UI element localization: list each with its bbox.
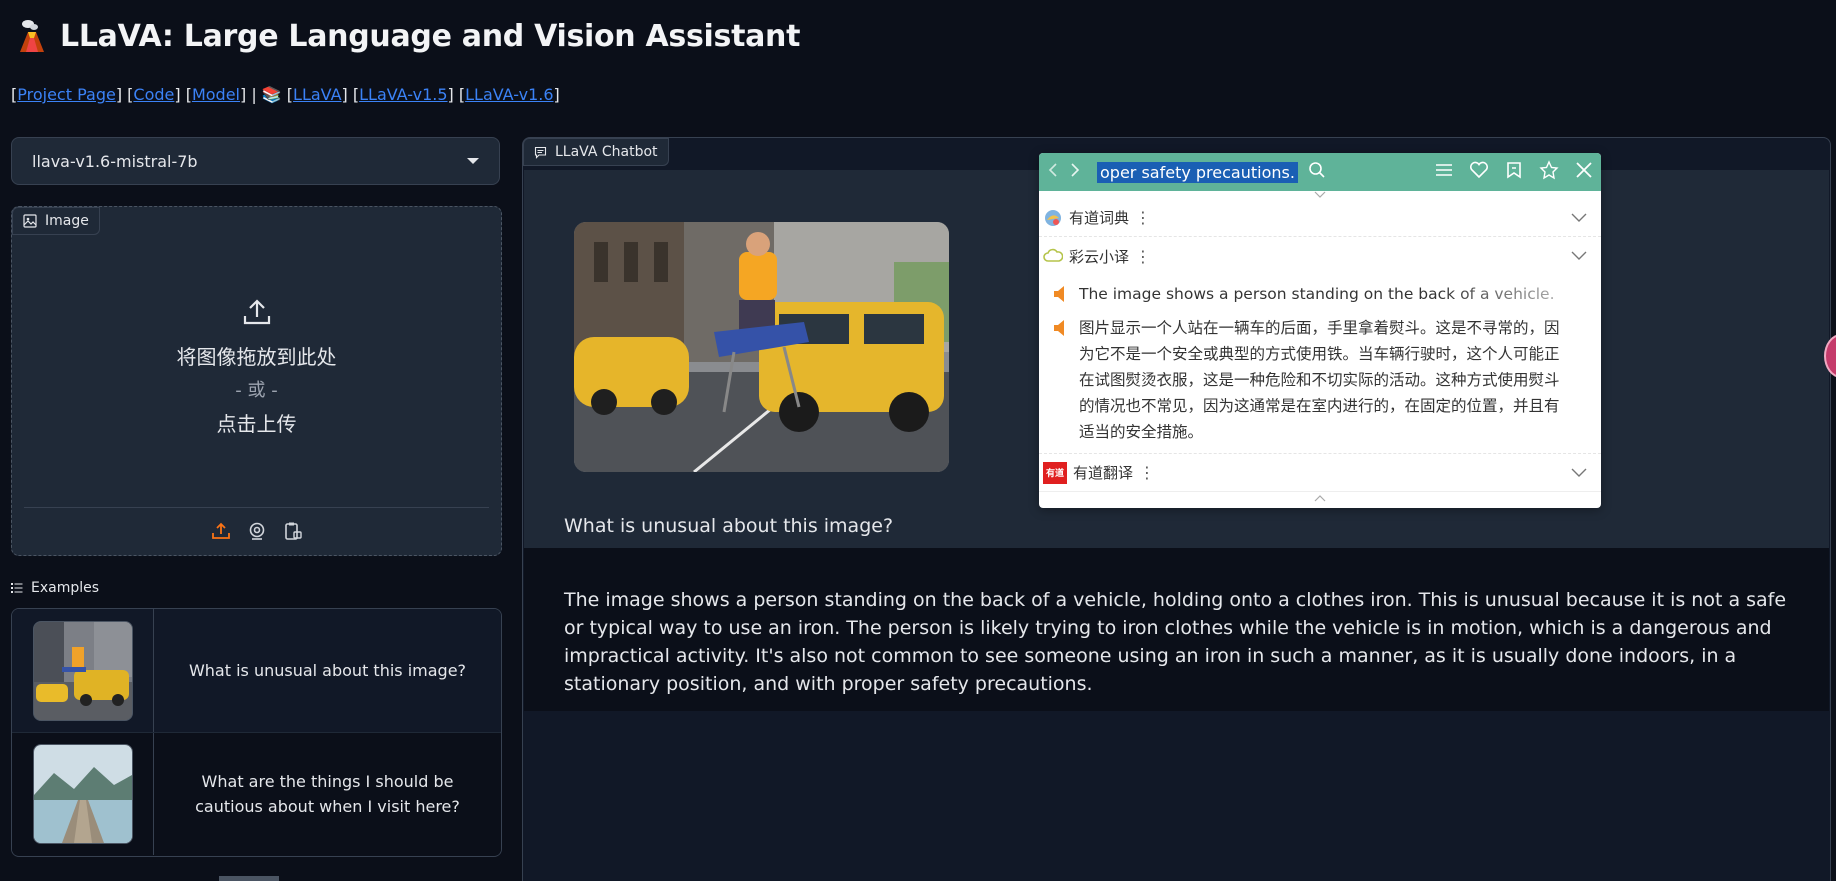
dict-row-youdao-translate[interactable]: 有道 有道翻译 ⋮ — [1039, 454, 1601, 492]
examples-header: Examples — [11, 580, 99, 596]
translation-chinese-text: 图片显示一个人站在一辆车的后面，手里拿着熨斗。这是不寻常的，因为它不是一个安全或… — [1079, 319, 1560, 441]
llava-v15-link[interactable]: LLaVA-v1.5 — [359, 85, 447, 104]
chatbot-label-tag: LLaVA Chatbot — [523, 138, 669, 166]
heart-icon[interactable] — [1469, 161, 1489, 183]
popup-toolbar: oper safety precautions. — [1039, 153, 1601, 191]
llava-link[interactable]: LLaVA — [293, 85, 342, 104]
chevron-up-icon — [1314, 495, 1326, 502]
webcam-icon[interactable] — [247, 521, 267, 541]
llava-v16-link[interactable]: LLaVA-v1.6 — [465, 85, 553, 104]
or-text: - 或 - — [235, 380, 278, 401]
model-dropdown[interactable]: llava-v1.6-mistral-7b — [11, 137, 500, 185]
popup-actions — [1435, 160, 1593, 184]
search-icon[interactable] — [1308, 161, 1326, 183]
chevron-down-icon[interactable] — [1571, 213, 1587, 223]
examples-table: What is unusual about this image? What a… — [11, 608, 502, 857]
speaker-icon[interactable] — [1053, 315, 1067, 341]
collapse-top-indicator[interactable] — [1039, 191, 1601, 199]
dict-name: 有道翻译 — [1073, 464, 1134, 482]
image-upload-panel[interactable]: Image 将图像拖放到此处 - 或 - 点击上传 — [11, 206, 502, 556]
translation-english: The image shows a person standing on the… — [1039, 281, 1601, 307]
more-vertical-icon[interactable]: ⋮ — [1135, 247, 1151, 266]
image-icon — [23, 214, 37, 228]
example-text: What is unusual about this image? — [188, 661, 467, 680]
forward-icon[interactable] — [1069, 162, 1081, 182]
page-title: LLaVA: Large Language and Vision Assista… — [60, 18, 801, 54]
list-icon — [11, 583, 23, 593]
image-label: Image — [45, 213, 89, 229]
upload-source-icon[interactable] — [211, 521, 231, 541]
examples-label: Examples — [31, 580, 100, 596]
menu-icon[interactable] — [1435, 162, 1453, 182]
example-thumbnail-cell — [12, 609, 154, 732]
bookmark-icon[interactable] — [1505, 161, 1523, 183]
dict-name: 彩云小译 — [1069, 247, 1130, 266]
youdao-dict-logo-icon — [1045, 209, 1061, 226]
source-toolbar — [12, 521, 501, 541]
link-bar: [Project Page] [Code] [Model] | 📚 [LLaVA… — [11, 85, 560, 104]
drop-text: 将图像拖放到此处 — [176, 345, 337, 369]
example-text: What are the things I should be cautious… — [195, 772, 460, 816]
chevron-down-icon — [1314, 191, 1326, 198]
speaker-icon[interactable] — [1053, 281, 1067, 307]
pin-icon[interactable] — [1539, 160, 1559, 184]
click-upload-text: 点击上传 — [216, 412, 297, 436]
youdao-translate-logo-icon: 有道 — [1043, 461, 1067, 484]
volcano-logo-icon — [20, 20, 44, 52]
upload-icon — [243, 299, 270, 325]
translation-english-text: The image shows a person standing on the… — [1079, 281, 1591, 307]
header: LLaVA: Large Language and Vision Assista… — [14, 18, 800, 54]
drop-zone[interactable]: 将图像拖放到此处 - 或 - 点击上传 — [12, 297, 501, 437]
user-message-text: What is unusual about this image? — [564, 515, 894, 537]
close-icon[interactable] — [1575, 161, 1593, 183]
panel-divider — [24, 507, 489, 508]
books-icon: 📚 — [261, 85, 282, 104]
chevron-down-icon[interactable] — [1571, 468, 1587, 478]
more-vertical-icon[interactable]: ⋮ — [1135, 208, 1151, 227]
model-link[interactable]: Model — [192, 85, 240, 104]
chat-icon — [534, 146, 547, 159]
image-label-tag: Image — [12, 207, 100, 235]
user-uploaded-image[interactable] — [574, 222, 949, 472]
translation-chinese: 图片显示一个人站在一辆车的后面，手里拿着熨斗。这是不寻常的，因为它不是一个安全或… — [1039, 315, 1601, 454]
example-thumbnail-lake — [32, 744, 133, 844]
bot-message-text: The image shows a person standing on the… — [564, 589, 1787, 695]
example-thumbnail-cell — [12, 733, 154, 855]
example-row[interactable]: What are the things I should be cautious… — [12, 732, 501, 855]
selected-text[interactable]: oper safety precautions. — [1097, 161, 1298, 183]
chevron-down-icon — [467, 158, 479, 164]
more-vertical-icon[interactable]: ⋮ — [1139, 463, 1155, 482]
example-thumbnail-street — [32, 620, 133, 721]
cloud-icon — [1043, 248, 1063, 262]
dict-row-youdao[interactable]: 有道词典 ⋮ — [1039, 199, 1601, 237]
collapse-bottom-indicator[interactable] — [1039, 492, 1601, 504]
bot-message: The image shows a person standing on the… — [524, 548, 1829, 711]
chatbot-label: LLaVA Chatbot — [555, 144, 658, 160]
code-link[interactable]: Code — [133, 85, 174, 104]
model-dropdown-value: llava-v1.6-mistral-7b — [32, 151, 198, 171]
horizontal-scrollbar-thumb[interactable] — [219, 876, 279, 881]
project-page-link[interactable]: Project Page — [17, 85, 116, 104]
dict-row-caiyun[interactable]: 彩云小译 ⋮ — [1039, 237, 1601, 275]
example-row[interactable]: What is unusual about this image? — [12, 609, 501, 732]
back-icon[interactable] — [1047, 162, 1059, 182]
dict-name: 有道词典 — [1069, 209, 1130, 227]
chevron-down-icon[interactable] — [1571, 251, 1587, 261]
translation-popup: oper safety precautions. 有道词典 ⋮ 彩云小译 ⋮ T… — [1039, 153, 1601, 508]
clipboard-icon[interactable] — [283, 521, 303, 541]
